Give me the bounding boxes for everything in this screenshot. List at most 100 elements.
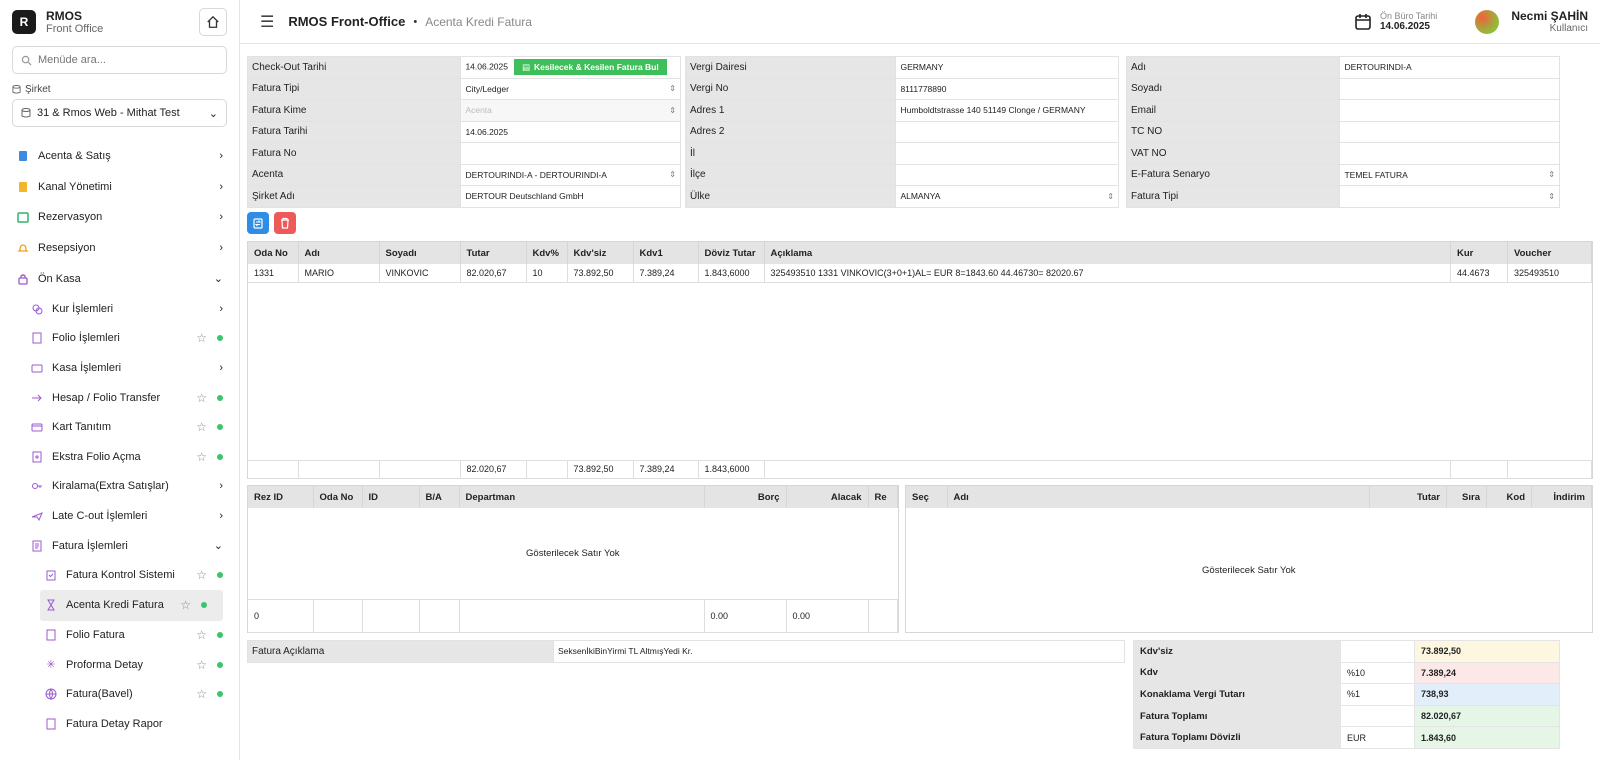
- e-invoice-scenario-label: E-Fatura Senaryo: [1125, 163, 1341, 186]
- col-header[interactable]: Soyadı: [379, 242, 461, 264]
- checkout-date-field[interactable]: 14.06.2025 ▤ Kesilecek & Kesilen Fatura Bu…: [460, 56, 681, 79]
- col-header[interactable]: Adı: [298, 242, 380, 264]
- col-header[interactable]: B/A: [419, 486, 460, 508]
- invoice-to-label: Fatura Kime: [246, 99, 462, 122]
- surname-field[interactable]: [1339, 77, 1560, 100]
- delete-button[interactable]: [274, 212, 296, 234]
- sidebar-item-kiralama[interactable]: Kiralama(Extra Satışlar) ›: [0, 472, 239, 502]
- col-header[interactable]: Voucher: [1507, 242, 1592, 264]
- sidebar-item-folio-fatura[interactable]: Folio Fatura ☆: [0, 621, 239, 651]
- sidebar-item-folio-islemleri[interactable]: Folio İşlemleri ☆: [0, 324, 239, 354]
- col-header[interactable]: Kdv1: [633, 242, 699, 264]
- col-header[interactable]: Seç: [906, 486, 948, 508]
- home-button[interactable]: [199, 8, 227, 36]
- sidebar-item-late-cout[interactable]: Late C-out İşlemleri ›: [0, 501, 239, 531]
- sidebar-item-fatura-kontrol[interactable]: Fatura Kontrol Sistemi ☆: [0, 560, 239, 590]
- sidebar-item-kasa-islemleri[interactable]: Kasa İşlemleri ›: [0, 353, 239, 383]
- invoice-no-field[interactable]: [460, 142, 681, 165]
- col-header[interactable]: Tutar: [460, 242, 527, 264]
- col-header[interactable]: Açıklama: [764, 242, 1451, 264]
- sidebar-item-kart-tanitim[interactable]: Kart Tanıtım ☆: [0, 412, 239, 442]
- invoice-date-field[interactable]: 14.06.2025: [460, 120, 681, 143]
- chevron-down-icon: ⌄: [213, 540, 223, 553]
- star-icon[interactable]: ☆: [180, 598, 191, 612]
- col-header[interactable]: Rez ID: [248, 486, 314, 508]
- col-header[interactable]: Kdv%: [526, 242, 568, 264]
- grid-empty-area: [248, 282, 1592, 461]
- sidebar-item-ekstra-folio-acma[interactable]: Ekstra Folio Açma ☆: [0, 442, 239, 472]
- tax-no-field[interactable]: 8111778890: [895, 77, 1119, 100]
- col-header[interactable]: Borç: [704, 486, 787, 508]
- col-header[interactable]: Döviz Tutar: [698, 242, 765, 264]
- star-icon[interactable]: ☆: [196, 568, 207, 582]
- summary-accommodation-tax: 738,93: [1414, 683, 1560, 706]
- agency-select[interactable]: DERTOURINDI-A - DERTOURINDI-A ⇕: [460, 163, 681, 186]
- col-header[interactable]: Kdv'siz: [567, 242, 634, 264]
- star-icon[interactable]: ☆: [196, 331, 207, 345]
- address2-label: Adres 2: [684, 120, 897, 143]
- city-field[interactable]: [895, 142, 1119, 165]
- avatar[interactable]: [1475, 9, 1500, 34]
- company-name-field[interactable]: DERTOUR Deutschland GmbH: [460, 185, 681, 208]
- col-header[interactable]: Departman: [459, 486, 705, 508]
- col-header[interactable]: ID: [362, 486, 420, 508]
- e-invoice-type-select[interactable]: ⇕: [1339, 185, 1560, 208]
- company-select[interactable]: 31 & Rmos Web - Mithat Test ⌄: [12, 99, 227, 127]
- sidebar-item-fatura-detay-rapor[interactable]: Fatura Detay Rapor: [0, 709, 239, 739]
- address1-field[interactable]: Humboldtstrasse 140 51149 Clonge / GERMA…: [895, 99, 1119, 122]
- tax-office-field[interactable]: GERMANY: [895, 56, 1119, 79]
- clipboard-icon: [44, 568, 58, 582]
- sidebar-item-proforma-detay[interactable]: ✳ Proforma Detay ☆: [0, 650, 239, 680]
- col-header[interactable]: Alacak: [786, 486, 869, 508]
- total-amount: 82.020,67: [460, 459, 527, 479]
- star-icon[interactable]: ☆: [196, 450, 207, 464]
- sidebar-item-on-kasa[interactable]: Ön Kasa ⌄: [0, 263, 239, 294]
- menu-search[interactable]: [12, 46, 227, 74]
- col-header[interactable]: Re: [868, 486, 898, 508]
- col-header[interactable]: Oda No: [313, 486, 363, 508]
- col-header[interactable]: Tutar: [1369, 486, 1447, 508]
- col-header[interactable]: İndirim: [1531, 486, 1592, 508]
- e-invoice-scenario-select[interactable]: TEMEL FATURA ⇕: [1339, 163, 1560, 186]
- vatno-field[interactable]: [1339, 142, 1560, 165]
- star-icon[interactable]: ☆: [196, 658, 207, 672]
- col-header[interactable]: Sıra: [1446, 486, 1487, 508]
- company-select-value: 31 & Rmos Web - Mithat Test: [37, 107, 180, 119]
- col-header[interactable]: Kur: [1450, 242, 1508, 264]
- invoice-type-select[interactable]: City/Ledger ⇕: [460, 77, 681, 100]
- sidebar-item-hesap-folio-transfer[interactable]: Hesap / Folio Transfer ☆: [0, 383, 239, 413]
- find-invoice-button[interactable]: ▤ Kesilecek & Kesilen Fatura Bul: [513, 59, 667, 76]
- sidebar-item-fatura-islemleri[interactable]: Fatura İşlemleri ⌄: [0, 531, 239, 561]
- cell: VINKOVIC: [379, 264, 461, 283]
- tcno-field[interactable]: [1339, 120, 1560, 143]
- col-header[interactable]: Adı: [947, 486, 1370, 508]
- col-header[interactable]: Oda No: [248, 242, 299, 264]
- sidebar-item-kanal-yonetimi[interactable]: Kanal Yönetimi ›: [0, 172, 239, 203]
- lock-icon: [16, 272, 30, 286]
- sidebar-item-fatura-bavel[interactable]: Fatura(Bavel) ☆: [0, 680, 239, 710]
- front-office-date[interactable]: Ön Büro Tarihi 14.06.2025: [1354, 11, 1437, 32]
- description-label: Fatura Açıklama: [247, 640, 554, 663]
- user-info[interactable]: Necmi ŞAHİN Kullanıcı: [1511, 9, 1588, 34]
- star-icon[interactable]: ☆: [196, 420, 207, 434]
- sidebar-item-kur-islemleri[interactable]: Kur İşlemleri ›: [0, 294, 239, 324]
- star-icon[interactable]: ☆: [196, 687, 207, 701]
- total-credit: 0.00: [786, 598, 869, 633]
- description-field[interactable]: SeksenİkiBinYirmi TL AltmışYedi Kr.: [553, 640, 1125, 663]
- sidebar-item-rezervasyon[interactable]: Rezervasyon ›: [0, 202, 239, 233]
- sidebar-item-acenta-satis[interactable]: Acenta & Satış ›: [0, 141, 239, 172]
- col-header[interactable]: Kod: [1486, 486, 1532, 508]
- email-field[interactable]: [1339, 99, 1560, 122]
- district-field[interactable]: [895, 163, 1119, 186]
- sidebar-item-acenta-kredi-fatura[interactable]: Acenta Kredi Fatura ☆: [40, 589, 223, 621]
- country-select[interactable]: ALMANYA ⇕: [895, 185, 1119, 208]
- sidebar-item-resepsiyon[interactable]: Resepsiyon ›: [0, 233, 239, 264]
- star-icon[interactable]: ☆: [196, 628, 207, 642]
- star-icon[interactable]: ☆: [196, 391, 207, 405]
- menu-search-input[interactable]: [38, 54, 218, 66]
- hamburger-menu-icon[interactable]: ☰: [260, 12, 274, 32]
- table-row[interactable]: 1331 MARIO VINKOVIC 82.020,67 10 73.892,…: [248, 264, 1592, 283]
- name-field[interactable]: DERTOURINDI-A: [1339, 56, 1560, 79]
- address2-field[interactable]: [895, 120, 1119, 143]
- refresh-button[interactable]: [247, 212, 269, 234]
